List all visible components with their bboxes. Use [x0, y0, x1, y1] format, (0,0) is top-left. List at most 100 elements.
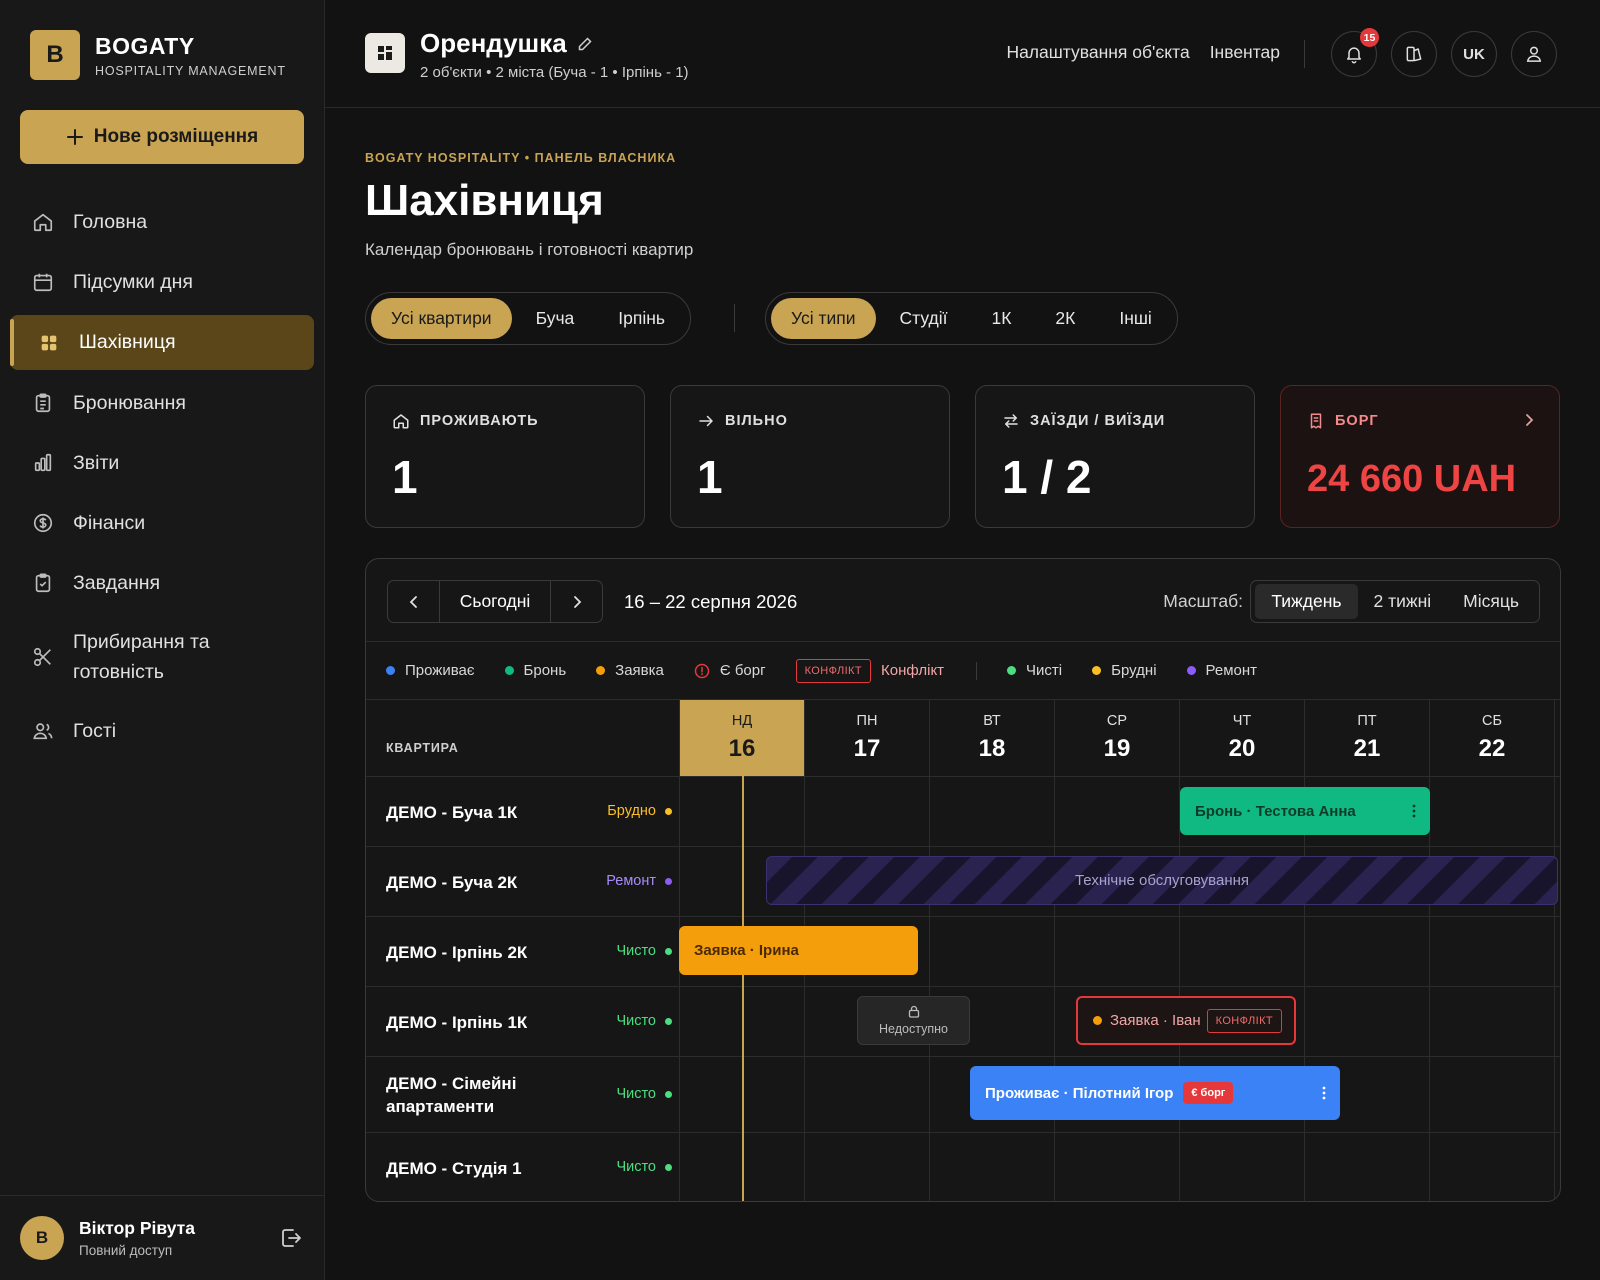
theme-toggle-button[interactable] — [1391, 31, 1437, 77]
day-header[interactable]: СР 19 — [1054, 700, 1179, 776]
sidebar-item-reports[interactable]: Звіти — [0, 433, 325, 493]
sidebar-item-label: Бронювання — [73, 391, 186, 414]
sidebar-item-day-summary[interactable]: Підсумки дня — [0, 252, 325, 312]
sidebar-item-chessboard[interactable]: Шахівниця — [10, 315, 314, 370]
sidebar-item-cleaning[interactable]: Прибирання та готовність — [0, 613, 325, 701]
grid-icon — [36, 330, 62, 356]
more-vertical-icon[interactable] — [1412, 804, 1416, 818]
legend-dot — [596, 666, 606, 675]
receipt-icon — [1307, 412, 1325, 430]
scale-selector: Тиждень 2 тижні Місяць — [1250, 580, 1540, 623]
day-of-week: ПН — [856, 713, 878, 729]
brand[interactable]: B BOGATY HOSPITALITY MANAGEMENT — [30, 30, 286, 80]
inventory-link[interactable]: Інвентар — [1210, 42, 1280, 63]
location-filter: Усі квартири Буча Ірпінь — [365, 292, 692, 345]
filter-2k[interactable]: 2К — [1035, 298, 1095, 339]
calendar-panel: Сьогодні 16 – 22 серпня 2026 Масштаб: Ти… — [365, 558, 1561, 1202]
stat-debt[interactable]: БОРГ 24 660 UAH — [1280, 385, 1560, 528]
legend-label: Бронь — [523, 662, 567, 679]
users-icon — [30, 718, 56, 744]
sidebar-nav: Головна Підсумки дня Шахівниця Бронюванн… — [0, 192, 325, 761]
filter-all-apartments[interactable]: Усі квартири — [371, 298, 512, 339]
day-header[interactable]: ЧТ 20 — [1179, 700, 1304, 776]
arrow-right-icon — [697, 412, 715, 430]
apartment-column-header: КВАРТИРА — [386, 741, 459, 755]
filter-irpin[interactable]: Ірпінь — [598, 298, 685, 339]
status-dot — [665, 1017, 672, 1025]
legend-clean: Чисті — [1007, 662, 1062, 679]
day-of-week: ЧТ — [1232, 713, 1252, 729]
status-dot — [665, 1163, 672, 1171]
status-label: Брудно — [607, 803, 656, 819]
booking-bar[interactable]: Бронь · Тестова Анна — [1180, 787, 1430, 835]
clipboard-icon — [30, 390, 56, 416]
table-row[interactable]: ДЕМО - Ірпінь 2К Чисто — [366, 916, 1560, 986]
apartment-name: ДЕМО - Буча 2К — [386, 873, 518, 892]
day-header[interactable]: ПН 17 — [804, 700, 929, 776]
scale-month[interactable]: Місяць — [1447, 584, 1535, 619]
avatar[interactable]: B — [20, 1216, 64, 1260]
calendar-icon — [30, 269, 56, 295]
divider — [1304, 40, 1305, 68]
property-settings-link[interactable]: Налаштування об'єкта — [1006, 42, 1189, 63]
day-header-today[interactable]: НД 16 — [679, 700, 804, 776]
home-icon — [30, 209, 56, 235]
scissors-icon — [30, 644, 56, 670]
filter-bucha[interactable]: Буча — [516, 298, 595, 339]
stat-checkins-checkouts: ЗАЇЗДИ / ВИЇЗДИ 1 / 2 — [975, 385, 1255, 528]
sidebar-item-tasks[interactable]: Завдання — [0, 553, 325, 613]
user-profile: B Віктор Рівута Повний доступ — [0, 1195, 325, 1280]
legend-label: Заявка — [615, 662, 664, 679]
table-row[interactable]: ДЕМО - Студія 1 Чисто — [366, 1132, 1560, 1201]
status-label: Чисто — [616, 1159, 656, 1175]
new-placement-button[interactable]: Нове розміщення — [20, 110, 304, 164]
more-vertical-icon[interactable] — [1322, 1086, 1326, 1100]
cleanliness-status: Ремонт — [606, 873, 672, 889]
scale-week[interactable]: Тиждень — [1255, 584, 1358, 619]
today-button[interactable]: Сьогодні — [439, 581, 551, 622]
prev-week-button[interactable] — [388, 581, 439, 622]
scale-2-weeks[interactable]: 2 тижні — [1358, 584, 1448, 619]
conflict-booking-bar[interactable]: Заявка · Іван КОНФЛІКТ — [1076, 996, 1296, 1045]
edit-pencil-icon[interactable] — [577, 36, 593, 52]
profile-button[interactable] — [1511, 31, 1557, 77]
sidebar-item-finances[interactable]: Фінанси — [0, 493, 325, 553]
unavailable-block[interactable]: Недоступно — [857, 996, 970, 1045]
page-title: Шахівниця — [365, 176, 604, 225]
stat-value: 1 — [392, 451, 418, 503]
filter-studios[interactable]: Студії — [880, 298, 968, 339]
cleanliness-status: Брудно — [607, 803, 672, 819]
living-booking-bar[interactable]: Проживає · Пілотний Ігор € борг — [970, 1066, 1340, 1120]
sidebar-item-bookings[interactable]: Бронювання — [0, 373, 325, 433]
home-icon — [392, 412, 410, 430]
request-bar[interactable]: Заявка · Ірина — [679, 926, 918, 975]
filter-other[interactable]: Інші — [1099, 298, 1171, 339]
top-links: Налаштування об'єкта Інвентар — [1006, 42, 1280, 63]
topbar: Орендушка 2 об'єкти • 2 міста (Буча - 1 … — [325, 0, 1600, 108]
apartment-name: ДЕМО - Сімейні апартаменти — [386, 1074, 517, 1116]
plus-icon — [66, 128, 84, 146]
sidebar-item-label: Шахівниця — [79, 331, 176, 353]
notifications-button[interactable]: 15 — [1331, 28, 1379, 77]
table-row[interactable]: ДЕМО - Сімейні апартаменти Чисто — [366, 1056, 1560, 1132]
language-button[interactable]: UK — [1451, 31, 1497, 77]
filter-1k[interactable]: 1К — [971, 298, 1031, 339]
sidebar-item-guests[interactable]: Гості — [0, 701, 325, 761]
legend-dot — [1092, 666, 1102, 675]
logout-icon[interactable] — [279, 1226, 303, 1250]
notification-count-badge: 15 — [1360, 28, 1379, 47]
legend-conflict: КОНФЛІКТ Конфлікт — [795, 658, 944, 683]
day-header[interactable]: ВТ 18 — [929, 700, 1054, 776]
status-dot — [665, 807, 672, 815]
debt-badge: € борг — [1183, 1082, 1234, 1104]
chevron-left-icon — [406, 594, 422, 610]
day-header[interactable]: СБ 22 — [1429, 700, 1554, 776]
type-filter: Усі типи Студії 1К 2К Інші — [765, 292, 1178, 345]
maintenance-bar[interactable]: Технічне обслуговування — [766, 856, 1558, 905]
filter-all-types[interactable]: Усі типи — [771, 298, 876, 339]
day-header[interactable]: ПТ 21 — [1304, 700, 1429, 776]
next-week-button[interactable] — [551, 581, 602, 622]
sidebar-item-label: Гості — [73, 719, 117, 742]
lock-icon — [908, 1005, 920, 1018]
sidebar-item-home[interactable]: Головна — [0, 192, 325, 252]
